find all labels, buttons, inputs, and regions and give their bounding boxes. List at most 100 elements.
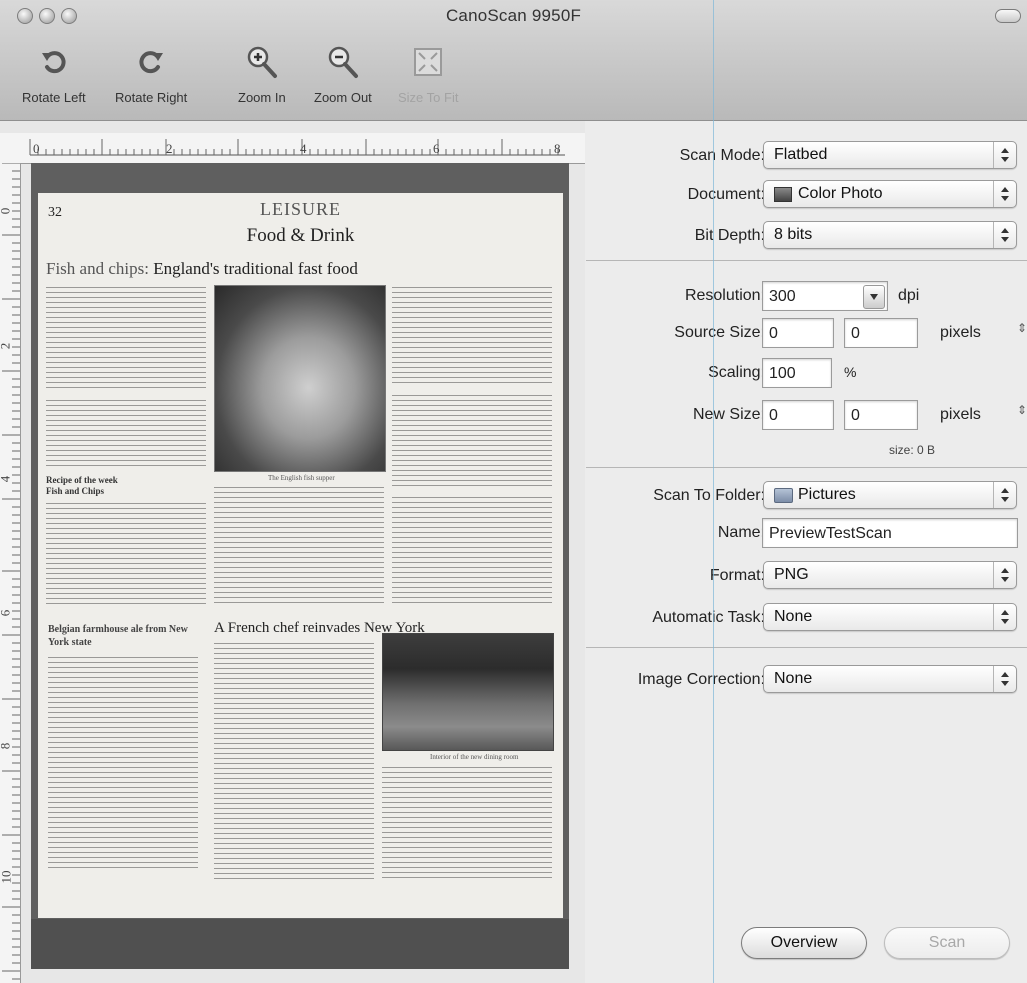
image-correction-row: Image Correction: None [586, 665, 1027, 695]
image-correction-value: None [774, 670, 813, 687]
text-column [46, 501, 206, 606]
resolution-value: 300 [769, 288, 796, 305]
overview-button[interactable]: Overview [741, 927, 867, 959]
name-value: PreviewTestScan [769, 525, 892, 542]
format-select[interactable]: PNG [763, 561, 1017, 589]
ruler-mark: 4 [0, 476, 13, 483]
updown-arrows-icon [993, 142, 1016, 168]
size-to-fit-button[interactable]: Size To Fit [398, 44, 458, 114]
scan-to-folder-row: Scan To Folder: Pictures [586, 481, 1027, 511]
source-height-field[interactable]: 0 [844, 318, 918, 348]
scanned-document: 32 LEISURE Food & Drink Fish and chips: … [38, 193, 563, 918]
text-column [382, 765, 552, 880]
text-column [214, 485, 384, 605]
ruler-mark: 2 [166, 141, 173, 156]
photo-caption: Interior of the new dining room [430, 753, 519, 761]
food-photo [214, 285, 386, 472]
bit-depth-row: Bit Depth: 8 bits [586, 221, 1027, 251]
scan-preview-area[interactable]: 0 2 4 6 8 0 2 4 6 8 10 32 LEISURE Food &… [0, 121, 585, 983]
bit-depth-select[interactable]: 8 bits [763, 221, 1017, 249]
settings-panel: Scan Mode: Flatbed Document: Color Photo… [586, 121, 1027, 983]
bit-depth-label: Bit Depth: [694, 227, 765, 244]
text-column [392, 393, 552, 488]
scan-to-folder-label: Scan To Folder: [653, 487, 765, 504]
image-correction-select[interactable]: None [763, 665, 1017, 693]
new-size-row: New Size: 0 0 pixels ⇕ [586, 400, 1027, 430]
scaling-unit: % [844, 364, 857, 380]
new-size-unit: pixels [940, 406, 981, 423]
divider [586, 260, 1027, 261]
source-width-value: 0 [769, 325, 778, 342]
automatic-task-value: None [774, 608, 813, 625]
text-column [48, 655, 198, 870]
ruler-mark: 10 [0, 870, 14, 884]
toolbar-toggle-button[interactable] [995, 9, 1021, 23]
zoom-out-button[interactable]: Zoom Out [314, 44, 372, 114]
resolution-label: Resolution: [684, 287, 765, 304]
image-correction-label: Image Correction: [637, 671, 765, 688]
dropdown-arrow-icon[interactable] [863, 285, 885, 309]
scan-button[interactable]: Scan [884, 927, 1010, 959]
headline-rest: England's traditional fast food [148, 259, 358, 278]
rotate-right-button[interactable]: Rotate Right [115, 44, 187, 114]
text-column [214, 641, 374, 881]
ruler-mark: 2 [0, 343, 13, 350]
size-to-fit-icon [410, 44, 446, 80]
source-size-row: Source Size: 0 0 pixels ⇕ [586, 318, 1027, 348]
scan-mode-value: Flatbed [774, 146, 828, 163]
horizontal-ruler: 0 2 4 6 8 [0, 133, 585, 164]
ruler-mark: 6 [433, 141, 440, 156]
size-note: size: 0 B [889, 443, 936, 457]
updown-arrows-icon [993, 482, 1016, 508]
format-label: Format: [709, 567, 765, 584]
scan-to-folder-select[interactable]: Pictures [763, 481, 1017, 509]
automatic-task-row: Automatic Task: None [586, 603, 1027, 633]
updown-arrows-icon [993, 222, 1016, 248]
bit-depth-value: 8 bits [774, 226, 813, 243]
recipe-sub: Fish and Chips [46, 486, 105, 496]
new-width-field[interactable]: 0 [762, 400, 834, 430]
automatic-task-select[interactable]: None [763, 603, 1017, 631]
source-width-field[interactable]: 0 [762, 318, 834, 348]
scaling-field[interactable]: 100 [762, 358, 832, 388]
resolution-combo[interactable]: 300 [762, 281, 888, 311]
ruler-mark: 8 [554, 141, 561, 156]
side-article-headline: Belgian farmhouse ale from New York stat… [48, 624, 188, 648]
document-value: Color Photo [798, 185, 883, 202]
folder-icon [774, 488, 793, 503]
rotate-left-button[interactable]: Rotate Left [22, 44, 86, 114]
scanner-bed-edge [31, 919, 569, 969]
toolbar: CanoScan 9950F Rotate Left Rotate Right … [0, 0, 1027, 121]
document-select[interactable]: Color Photo [763, 180, 1017, 208]
scanner-window: CanoScan 9950F Rotate Left Rotate Right … [0, 0, 1027, 983]
zoom-in-label: Zoom In [238, 90, 286, 105]
zoom-in-icon [244, 44, 280, 80]
new-height-field[interactable]: 0 [844, 400, 918, 430]
document-row: Document: Color Photo [586, 180, 1027, 210]
scaling-value: 100 [769, 365, 796, 382]
ruler-mark: 4 [300, 141, 307, 156]
format-value: PNG [774, 566, 809, 583]
scan-mode-select[interactable]: Flatbed [763, 141, 1017, 169]
scan-mode-label: Scan Mode: [679, 147, 765, 164]
resolution-unit: dpi [898, 287, 920, 304]
ruler-mark: 0 [0, 208, 13, 215]
document-label: Document: [687, 186, 765, 203]
photo-caption: The English fish supper [268, 474, 335, 482]
name-label: Name: [717, 524, 765, 541]
text-column [46, 285, 206, 390]
source-size-unit: pixels [940, 324, 981, 341]
new-width-value: 0 [769, 407, 778, 424]
rotate-right-icon [133, 44, 169, 80]
subsection-title: Food & Drink [246, 225, 355, 246]
stepper-icon[interactable]: ⇕ [1017, 403, 1027, 417]
automatic-task-label: Automatic Task: [652, 609, 765, 626]
recipe-label: Recipe of the week [46, 475, 118, 485]
zoom-out-label: Zoom Out [314, 90, 372, 105]
button-row: Overview Scan [586, 927, 1027, 959]
stepper-icon[interactable]: ⇕ [1017, 321, 1027, 335]
size-to-fit-label: Size To Fit [398, 90, 459, 105]
restaurant-photo [382, 633, 554, 751]
zoom-in-button[interactable]: Zoom In [238, 44, 286, 114]
name-field[interactable]: PreviewTestScan [762, 518, 1018, 548]
